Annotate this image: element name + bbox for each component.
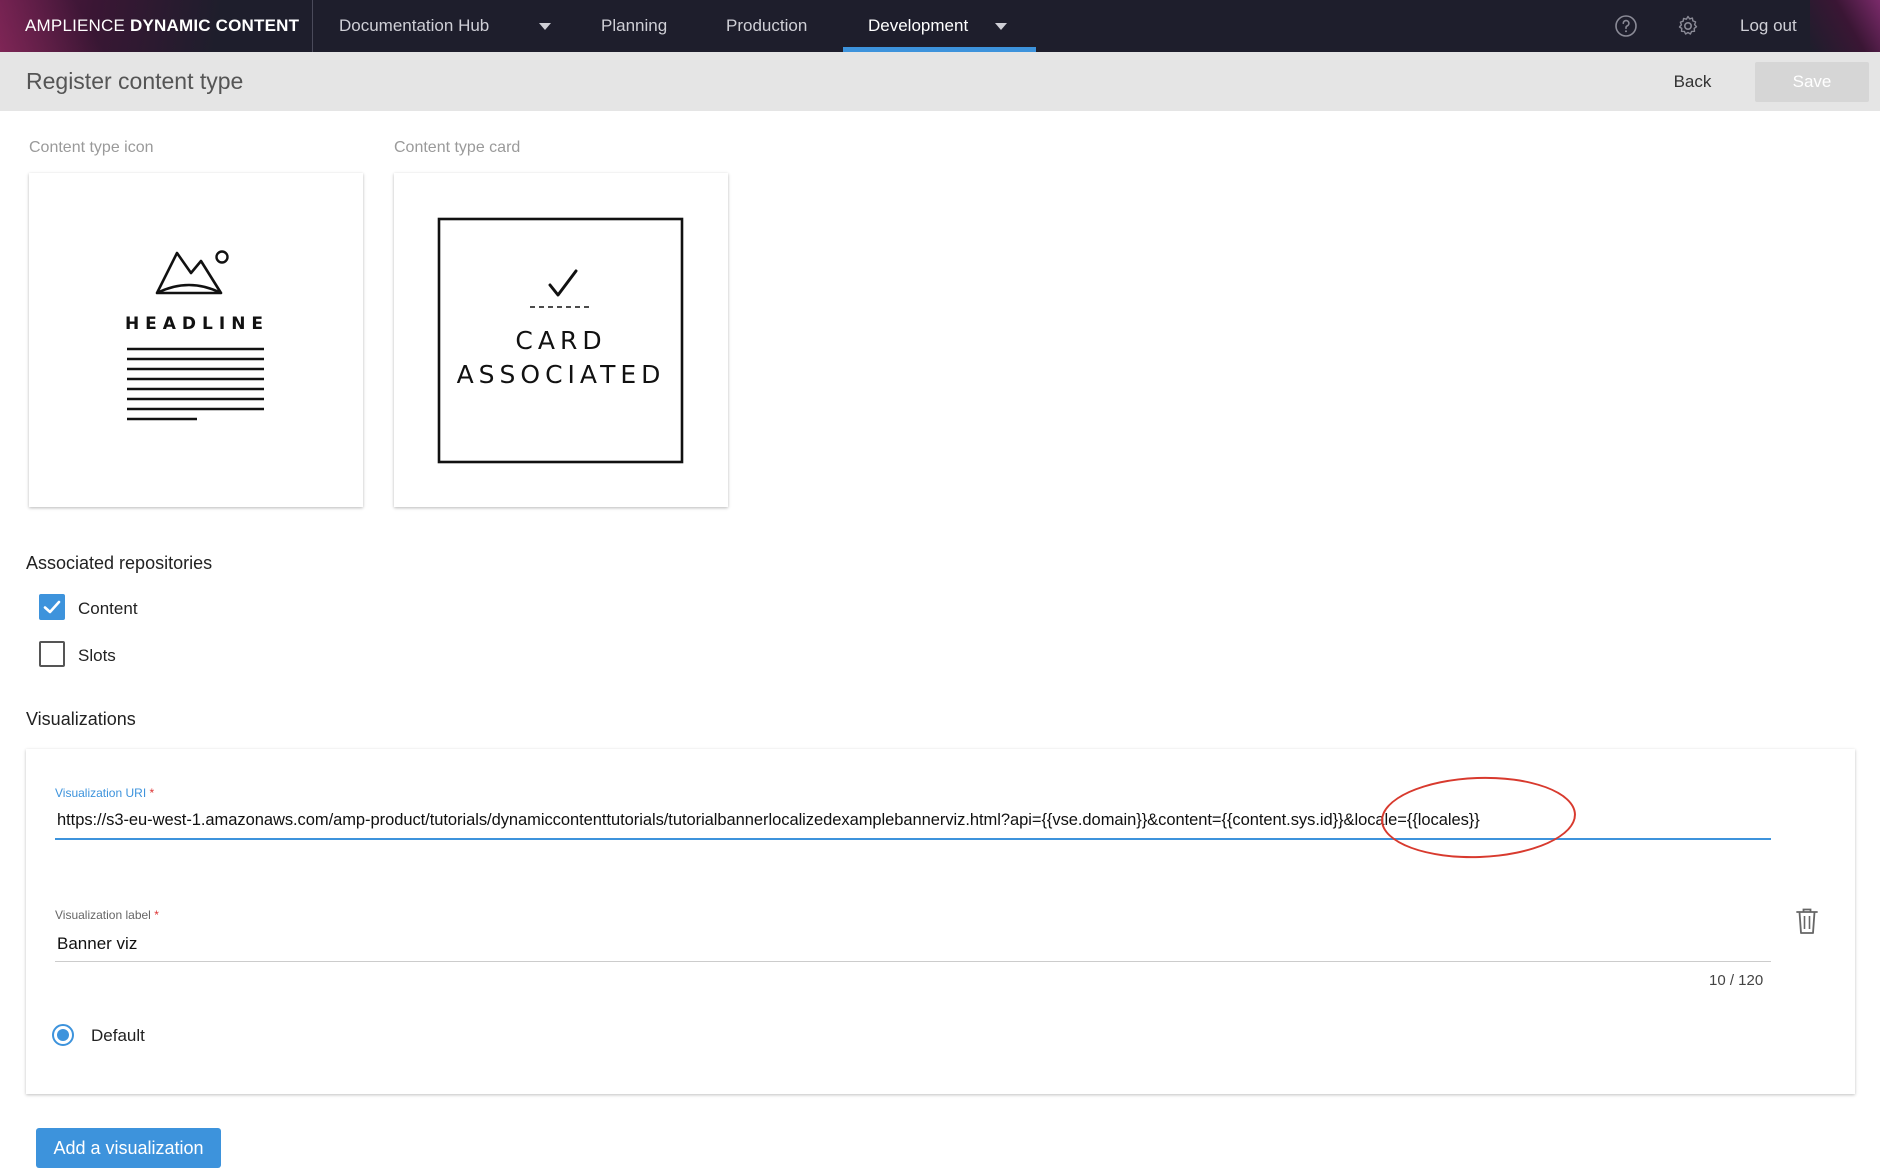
brand-corner-graphic (1810, 0, 1880, 52)
gear-icon[interactable] (1676, 14, 1700, 38)
content-repository-checkbox[interactable] (39, 594, 65, 620)
card-text-line1: CARD (515, 326, 606, 355)
visualizations-heading: Visualizations (26, 709, 136, 729)
card-text-line2: ASSOCIATED (457, 360, 666, 389)
nav-tab-development[interactable]: Development (868, 0, 968, 52)
headline-text: HEADLINE (125, 314, 269, 334)
app-brand: AMPLIENCE DYNAMIC CONTENT (25, 0, 299, 52)
add-visualization-button[interactable]: Add a visualization (36, 1128, 221, 1168)
back-button[interactable]: Back (1655, 62, 1730, 102)
content-type-card-preview[interactable]: CARD ASSOCIATED (394, 173, 728, 507)
brand-prefix: AMPLIENCE (25, 16, 126, 35)
content-type-icon-label: Content type icon (29, 139, 154, 156)
visualization-uri-input[interactable]: https://s3-eu-west-1.amazonaws.com/amp-p… (57, 811, 1480, 830)
nav-tab-production[interactable]: Production (726, 0, 807, 52)
slots-repository-label[interactable]: Slots (78, 646, 116, 666)
content-type-icon-preview[interactable]: HEADLINE (29, 173, 363, 507)
trash-icon[interactable] (1795, 907, 1819, 935)
default-radio-button[interactable] (52, 1024, 74, 1046)
logout-link[interactable]: Log out (1740, 0, 1797, 52)
save-button[interactable]: Save (1755, 62, 1869, 102)
page-header: Register content type Back Save (0, 52, 1880, 111)
top-navigation-bar: AMPLIENCE DYNAMIC CONTENT Documentation … (0, 0, 1880, 52)
visualization-uri-label: Visualization URI * (55, 786, 155, 800)
visualization-label-input[interactable]: Banner viz (57, 934, 137, 954)
visualization-panel (26, 749, 1855, 1094)
visualization-label-label: Visualization label * (55, 908, 159, 922)
content-type-card-label: Content type card (394, 139, 521, 156)
headline-picture-icon: HEADLINE (125, 250, 269, 421)
help-icon[interactable] (1614, 14, 1638, 38)
card-associated-icon: CARD ASSOCIATED (437, 217, 684, 464)
hub-dropdown-caret-icon[interactable] (539, 23, 551, 30)
development-dropdown-caret-icon[interactable] (995, 23, 1007, 30)
associated-repositories-heading: Associated repositories (26, 553, 213, 573)
character-counter: 10 / 120 (1709, 972, 1764, 989)
hub-selector[interactable]: Documentation Hub (339, 0, 489, 52)
brand-name: DYNAMIC CONTENT (130, 16, 300, 35)
nav-tab-planning[interactable]: Planning (601, 0, 667, 52)
page-title: Register content type (26, 68, 244, 94)
checkmark-icon (43, 600, 61, 614)
content-repository-label[interactable]: Content (78, 599, 138, 619)
visualization-label-underline (55, 961, 1771, 962)
brand-divider (312, 0, 313, 52)
slots-repository-checkbox[interactable] (39, 641, 65, 667)
default-radio-label[interactable]: Default (91, 1026, 145, 1046)
